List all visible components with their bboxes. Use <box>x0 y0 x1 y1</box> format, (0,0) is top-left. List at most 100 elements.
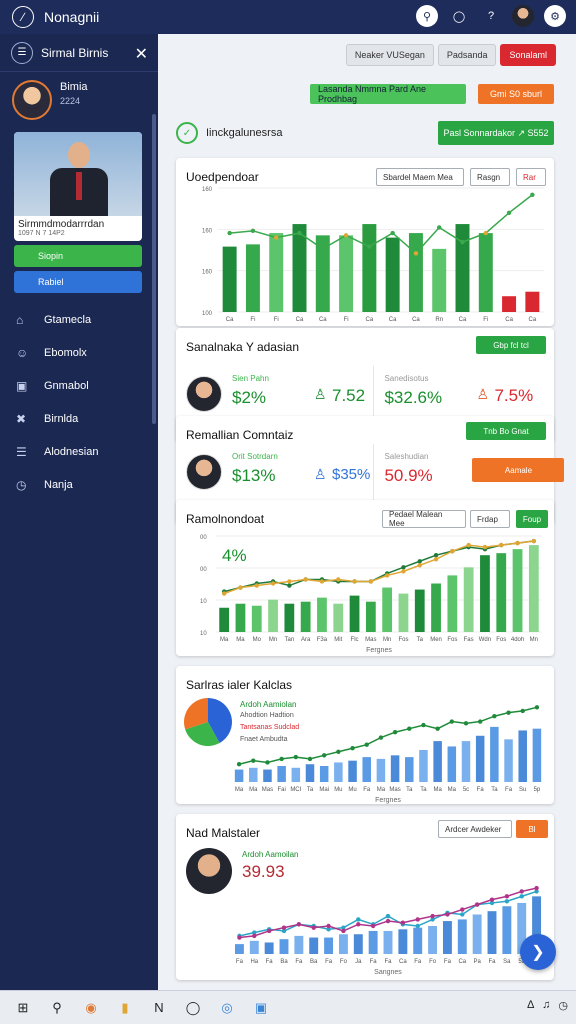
data-point <box>238 585 243 590</box>
profile-card[interactable]: Sirmmdmodarrrdan 1097 N 7 14P2 <box>14 132 142 241</box>
home-icon: ⌂ <box>16 312 24 327</box>
sidebar-item-2[interactable]: ☺ Ebomolx <box>0 336 158 369</box>
top-bar: ∕ Nonagnii ⚲ ◯ ? ⚙ <box>0 0 576 34</box>
chat-icon[interactable]: ◯ <box>448 5 470 27</box>
y-tick-label: 160 <box>202 187 213 193</box>
sidebar-item-4[interactable]: ✖ Birnlda <box>0 402 158 435</box>
bell-icon[interactable]: ⚲ <box>416 5 438 27</box>
x-axis-label: Fergnes <box>375 797 401 804</box>
data-point <box>506 210 512 215</box>
settings-icon[interactable]: ⚙ <box>544 5 566 27</box>
image-icon: ▣ <box>16 378 28 393</box>
bar <box>414 589 425 632</box>
data-point <box>350 746 355 751</box>
data-point <box>227 230 232 236</box>
chart-card-1: Uoedpendoar Sbardel Maem Mea Rasgn Rar 1… <box>176 158 554 326</box>
x-tick-label: Mu <box>334 787 342 793</box>
kpi-value: $32.6% <box>384 388 443 407</box>
kpi-item: Saleshudian 50.9% Aamale <box>374 444 565 504</box>
sidebar-button-primary[interactable]: Siopin <box>14 245 142 267</box>
bar <box>277 766 286 782</box>
feature-button[interactable]: Pasl Sonnardakor ↗ S552 <box>438 121 554 145</box>
data-point <box>489 897 495 902</box>
bar <box>447 575 458 632</box>
x-tick-label: Mn <box>383 637 391 643</box>
kpi-title: Remallian Comntaiz <box>186 428 294 442</box>
kpi-value: 50.9% <box>384 466 433 485</box>
bar <box>472 914 482 954</box>
clock-icon[interactable]: ◷ <box>558 999 568 1012</box>
kpi-icon: ♙ <box>476 386 490 402</box>
x-tick-label: Ca <box>319 317 327 323</box>
menu-icon[interactable]: ☰ <box>11 41 33 64</box>
data-point <box>319 579 325 584</box>
bar <box>490 726 499 782</box>
data-point <box>254 583 259 588</box>
data-point <box>236 762 242 767</box>
tab-3[interactable]: Sonalaml <box>500 44 556 66</box>
x-tick-label: 4doh <box>511 637 524 643</box>
network-icon[interactable]: ∆ <box>527 999 534 1012</box>
orange-kpi-button[interactable]: Aamale <box>472 458 565 482</box>
profile-name: Sirmmdmodarrrdan <box>18 219 105 230</box>
data-point <box>417 559 422 564</box>
sidebar-item-3[interactable]: ▣ Gnmabol <box>0 369 158 402</box>
bar <box>268 599 278 632</box>
help-icon[interactable]: ? <box>480 5 502 27</box>
sidebar-scrollbar[interactable] <box>152 114 156 424</box>
tab-1[interactable]: Neaker VUSegan <box>345 44 434 66</box>
user-block[interactable]: Bimia 2224 <box>0 72 158 130</box>
x-tick-label: Ta <box>420 787 427 793</box>
data-point <box>515 540 520 546</box>
profile-id: 1097 N 7 14P2 <box>18 230 65 237</box>
sidebar-button-secondary[interactable]: Rabiel <box>14 271 142 293</box>
people-icon: ☺ <box>16 345 29 360</box>
data-point <box>466 542 471 548</box>
chrome-icon[interactable]: ◎ <box>216 997 238 1019</box>
tab-2[interactable]: Padsanda <box>437 44 497 66</box>
app-title: Nonagnii <box>44 9 100 25</box>
taskbar: ⊞ ⚲ ◉ ▮ N ◯ ◎ ▣ ∆ ♫ ◷ <box>0 990 576 1024</box>
bar <box>512 549 523 632</box>
kpi-value-2: 7.5% <box>494 386 534 405</box>
data-point <box>307 756 313 762</box>
bar <box>348 760 357 782</box>
store-icon[interactable]: ▣ <box>250 997 272 1019</box>
app-logo-icon[interactable]: ∕ <box>12 6 34 28</box>
task-icon[interactable]: ◯ <box>182 997 204 1019</box>
kpi-chip[interactable]: Gbp fcl tcl <box>476 336 546 354</box>
next-fab-button[interactable]: ❯ <box>520 934 556 970</box>
chart-card-3: Sarlras ialer Kalclas Ardoh Aamiolan Aho… <box>176 666 554 804</box>
data-point <box>265 760 270 765</box>
browser-icon[interactable]: ◉ <box>80 997 102 1019</box>
data-point <box>483 230 488 236</box>
bar <box>291 767 301 782</box>
orange-action-button[interactable]: Gmi S0 sburl <box>478 84 554 104</box>
folder-icon[interactable]: ▮ <box>114 997 136 1019</box>
search-icon[interactable]: ⚲ <box>46 997 68 1019</box>
x-tick-label: Ba <box>280 959 288 965</box>
x-tick-label: Fa <box>295 959 303 965</box>
bar <box>365 601 376 632</box>
bar <box>408 233 423 312</box>
sidebar-item-6[interactable]: ◷ Nanja <box>0 468 158 501</box>
data-point <box>378 735 384 740</box>
x-tick-label: Ha <box>250 959 258 965</box>
data-point <box>534 705 540 710</box>
volume-icon[interactable]: ♫ <box>542 999 550 1012</box>
avatar[interactable] <box>512 5 534 27</box>
bar <box>368 930 378 954</box>
data-point <box>530 192 535 197</box>
x-tick-label: Mn <box>530 637 538 643</box>
app-icon[interactable]: N <box>148 997 170 1019</box>
green-action-button[interactable]: Lasanda Nmmna Pard Ane Prodhbag <box>310 84 466 104</box>
windows-icon[interactable]: ⊞ <box>12 997 34 1019</box>
sidebar-item-5[interactable]: ☰ Alodnesian <box>0 435 158 468</box>
bar <box>390 755 400 782</box>
chart-card-4: Nad Malstaler Ardcer Awdeker Bl Ardoh Aa… <box>176 814 554 980</box>
sidebar-item-1[interactable]: ⌂ Gtamecla <box>0 303 158 336</box>
kpi-chip[interactable]: Tnb Bo Gnat <box>466 422 546 440</box>
bar <box>432 248 447 312</box>
close-icon[interactable]: ✕ <box>135 44 148 64</box>
x-tick-label: Rn <box>435 317 443 323</box>
